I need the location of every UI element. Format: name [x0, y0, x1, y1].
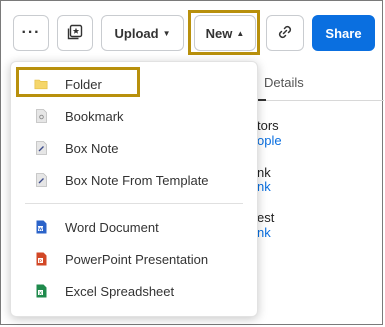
app-frame: ··· Upload ▼ New ▲ Share Details tors op… — [0, 0, 384, 325]
share-button[interactable]: Share — [312, 15, 375, 51]
menu-item-label: PowerPoint Presentation — [65, 251, 209, 267]
menu-divider — [25, 203, 243, 204]
folder-icon — [34, 77, 48, 91]
new-item-menu: Folder Bookmark Box Note Box Note From T… — [10, 61, 258, 317]
box-note-template-icon — [34, 173, 48, 187]
background-link[interactable]: nk — [257, 225, 271, 240]
box-note-icon — [34, 141, 48, 155]
menu-item-folder[interactable]: Folder — [11, 68, 257, 100]
menu-item-box-note-template[interactable]: Box Note From Template — [11, 164, 257, 196]
more-options-button[interactable]: ··· — [13, 15, 49, 51]
background-text: est — [257, 210, 275, 225]
more-options-label: ··· — [21, 24, 41, 41]
upload-label: Upload — [114, 25, 159, 41]
menu-item-box-note[interactable]: Box Note — [11, 132, 257, 164]
menu-item-bookmark[interactable]: Bookmark — [11, 100, 257, 132]
menu-item-label: Box Note From Template — [65, 172, 209, 188]
svg-text:X: X — [38, 290, 41, 295]
background-text: tors — [257, 118, 279, 133]
menu-item-label: Bookmark — [65, 108, 124, 124]
svg-text:P: P — [38, 258, 41, 263]
background-link[interactable]: nk — [257, 179, 271, 194]
background-link[interactable]: ople — [257, 133, 282, 148]
share-label: Share — [325, 25, 362, 41]
tab-divider — [257, 100, 384, 101]
menu-item-label: Folder — [65, 76, 102, 92]
background-text: nk — [257, 165, 271, 180]
powerpoint-icon: P — [34, 252, 48, 266]
star-collection-icon — [67, 24, 83, 43]
menu-item-label: Excel Spreadsheet — [65, 283, 175, 299]
caret-up-icon: ▲ — [236, 28, 245, 38]
new-button[interactable]: New ▲ — [194, 15, 256, 51]
menu-item-excel[interactable]: X Excel Spreadsheet — [11, 275, 257, 307]
details-tab[interactable]: Details — [264, 75, 304, 90]
link-icon — [276, 23, 294, 44]
word-doc-icon: W — [34, 220, 48, 234]
caret-down-icon: ▼ — [162, 28, 171, 38]
collections-button[interactable] — [57, 15, 93, 51]
excel-icon: X — [34, 284, 48, 298]
menu-item-powerpoint[interactable]: P PowerPoint Presentation — [11, 243, 257, 275]
upload-button[interactable]: Upload ▼ — [101, 15, 184, 51]
new-label: New — [205, 25, 233, 41]
menu-item-label: Box Note — [65, 140, 119, 156]
copy-link-button[interactable] — [266, 15, 304, 51]
bookmark-icon — [34, 109, 48, 123]
menu-item-word-document[interactable]: W Word Document — [11, 211, 257, 243]
menu-item-label: Word Document — [65, 219, 159, 235]
